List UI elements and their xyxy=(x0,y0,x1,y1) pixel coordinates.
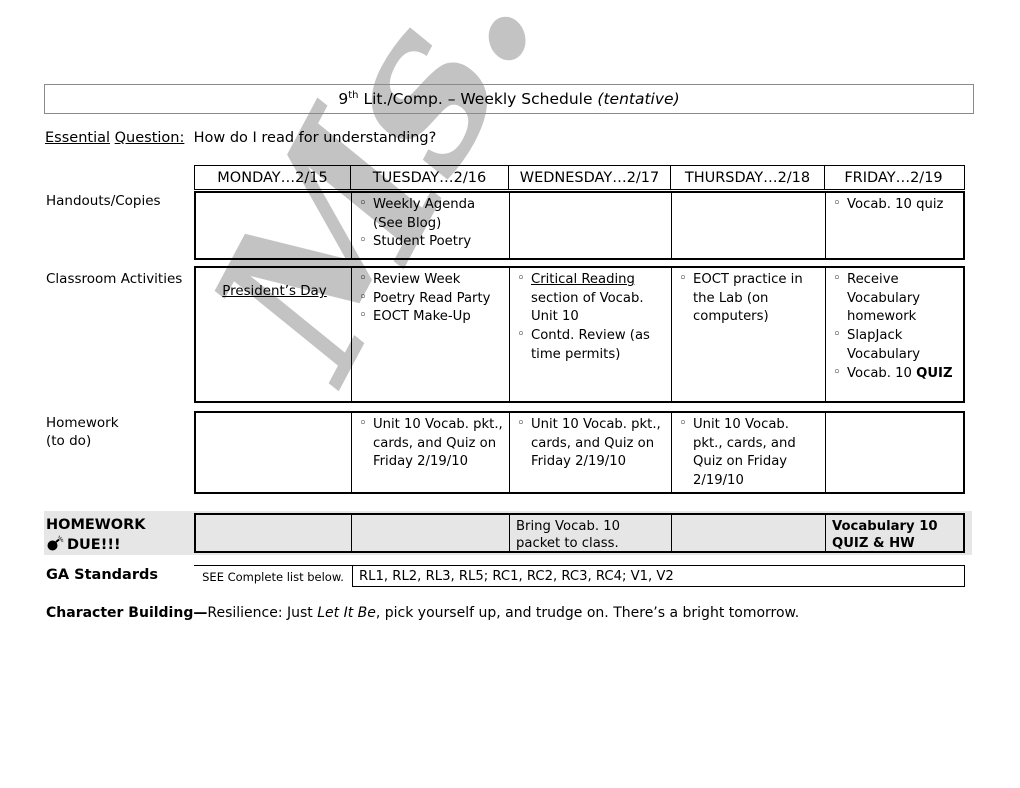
handouts-monday xyxy=(196,193,352,258)
handouts-tuesday-list: Weekly Agenda (See Blog) Student Poetry xyxy=(358,195,505,252)
homework-due-line2-wrap: DUE!!! xyxy=(46,535,196,557)
list-item: Contd. Review (as time permits) xyxy=(516,326,667,364)
character-building-label: Character Building— xyxy=(46,605,208,621)
homework-due-line2: DUE!!! xyxy=(67,537,121,554)
activities-monday: President’s Day xyxy=(196,268,352,401)
homework-monday xyxy=(196,413,352,492)
vocab-quiz-lead: Vocab. 10 xyxy=(847,365,917,381)
activities-wednesday-list: Critical Reading section of Vocab. Unit … xyxy=(516,270,667,365)
title-main: Lit./Comp. – Weekly Schedule xyxy=(358,90,598,109)
table-row-classroom-activities: President’s Day Review Week Poetry Read … xyxy=(194,266,965,403)
hw-due-wednesday: Bring Vocab. 10 packet to class. xyxy=(510,515,672,551)
hw-due-tuesday xyxy=(352,515,510,551)
activities-thursday: EOCT practice in the Lab (on computers) xyxy=(672,268,826,401)
list-item: Receive Vocabulary homework xyxy=(832,270,959,327)
list-item: Student Poetry xyxy=(358,232,505,252)
homework-tuesday-list: Unit 10 Vocab. pkt., cards, and Quiz on … xyxy=(358,415,505,472)
bomb-icon xyxy=(46,535,66,557)
homework-wednesday: Unit 10 Vocab. pkt., cards, and Quiz on … xyxy=(510,413,672,492)
row-label-homework-due: HOMEWORK DUE!!! xyxy=(46,515,196,558)
hw-due-thursday xyxy=(672,515,826,551)
list-item: EOCT Make-Up xyxy=(358,307,505,327)
character-building-title: Let It Be xyxy=(317,605,376,621)
day-header-tuesday: TUESDAY…2/16 xyxy=(351,166,509,189)
day-header-thursday: THURSDAY…2/18 xyxy=(671,166,825,189)
activities-tuesday-list: Review Week Poetry Read Party EOCT Make-… xyxy=(358,270,505,327)
activities-friday: Receive Vocabulary homework SlapJack Voc… xyxy=(826,268,963,401)
row-label-ga-standards: GA Standards xyxy=(46,567,158,583)
critical-reading-rest: section of Vocab. Unit 10 xyxy=(531,290,644,325)
activities-wednesday: Critical Reading section of Vocab. Unit … xyxy=(510,268,672,401)
table-row-homework-due: Bring Vocab. 10 packet to class. Vocabul… xyxy=(194,513,965,553)
activities-tuesday: Review Week Poetry Read Party EOCT Make-… xyxy=(352,268,510,401)
homework-thursday: Unit 10 Vocab. pkt., cards, and Quiz on … xyxy=(672,413,826,492)
row-label-homework-line1: Homework xyxy=(46,415,119,431)
list-item: EOCT practice in the Lab (on computers) xyxy=(678,270,821,327)
title-tentative: (tentative) xyxy=(597,90,680,109)
hw-due-monday xyxy=(196,515,352,551)
title-ordinal-suffix: th xyxy=(348,89,359,101)
list-item: Weekly Agenda (See Blog) xyxy=(358,195,505,233)
table-row-homework-todo: Unit 10 Vocab. pkt., cards, and Quiz on … xyxy=(194,411,965,494)
list-item: Unit 10 Vocab. pkt., cards, and Quiz on … xyxy=(516,415,667,472)
essential-question-label-1: Essential xyxy=(45,130,111,146)
list-item: Unit 10 Vocab. pkt., cards, and Quiz on … xyxy=(358,415,505,472)
list-item: Review Week xyxy=(358,270,505,290)
document-content: 9th Lit./Comp. – Weekly Schedule (tentat… xyxy=(0,0,1020,788)
list-item: Unit 10 Vocab. pkt., cards, and Quiz on … xyxy=(678,415,821,491)
ga-see-complete-note: SEE Complete list below. xyxy=(194,565,352,587)
essential-question: Essential Question: How do I read for un… xyxy=(45,130,436,146)
ga-standards-list: RL1, RL2, RL3, RL5; RC1, RC2, RC3, RC4; … xyxy=(352,565,965,587)
handouts-tuesday: Weekly Agenda (See Blog) Student Poetry xyxy=(352,193,510,258)
list-item: Vocab. 10 QUIZ xyxy=(832,364,959,384)
day-header-monday: MONDAY…2/15 xyxy=(195,166,351,189)
day-header-friday: FRIDAY…2/19 xyxy=(844,169,943,186)
page-title-text: 9th Lit./Comp. – Weekly Schedule (tentat… xyxy=(338,90,679,108)
essential-question-text: How do I read for understanding? xyxy=(193,130,437,146)
critical-reading-link: Critical Reading xyxy=(531,272,635,287)
hw-due-friday: Vocabulary 10 QUIZ & HW xyxy=(832,519,938,551)
activities-thursday-list: EOCT practice in the Lab (on computers) xyxy=(678,270,821,327)
handouts-thursday xyxy=(672,193,826,258)
homework-thursday-list: Unit 10 Vocab. pkt., cards, and Quiz on … xyxy=(678,415,821,491)
row-label-homework-line2: (to do) xyxy=(46,433,92,450)
homework-due-line1: HOMEWORK xyxy=(46,517,146,533)
table-header-row: MONDAY…2/15 TUESDAY…2/16 WEDNESDAY…2/17 … xyxy=(194,165,965,190)
character-building-line: Character Building—Resilience: Just Let … xyxy=(46,605,799,621)
list-item: Vocab. 10 quiz xyxy=(832,195,959,215)
essential-question-label-2: Question: xyxy=(114,130,185,146)
list-item: Poetry Read Party xyxy=(358,289,505,309)
table-row-handouts: Weekly Agenda (See Blog) Student Poetry … xyxy=(194,191,965,260)
character-building-part1: Resilience: Just xyxy=(207,605,318,621)
activities-friday-list: Receive Vocabulary homework SlapJack Voc… xyxy=(832,270,959,384)
day-header-wednesday: WEDNESDAY…2/17 xyxy=(509,166,671,189)
row-label-classroom-activities: Classroom Activities xyxy=(46,271,183,287)
handouts-wednesday xyxy=(510,193,672,258)
list-item: SlapJack Vocabulary xyxy=(832,326,959,364)
homework-tuesday: Unit 10 Vocab. pkt., cards, and Quiz on … xyxy=(352,413,510,492)
list-item: Critical Reading section of Vocab. Unit … xyxy=(516,270,667,327)
homework-friday xyxy=(826,413,963,492)
handouts-friday: Vocab. 10 quiz xyxy=(826,193,963,258)
presidents-day-note: President’s Day xyxy=(222,284,327,299)
table-row-ga-standards: SEE Complete list below. RL1, RL2, RL3, … xyxy=(194,565,965,587)
row-label-handouts: Handouts/Copies xyxy=(46,193,161,209)
vocab-quiz-bold: QUIZ xyxy=(916,365,953,381)
row-label-homework-todo: Homework (to do) xyxy=(46,414,196,450)
character-building-part2: , pick yourself up, and trudge on. There… xyxy=(375,605,800,621)
title-grade: 9 xyxy=(338,90,349,109)
document-page: Ms. Evans 9th Lit./Comp. – Weekly Schedu… xyxy=(0,0,1020,788)
page-title: 9th Lit./Comp. – Weekly Schedule (tentat… xyxy=(44,84,974,114)
handouts-friday-list: Vocab. 10 quiz xyxy=(832,195,959,215)
homework-wednesday-list: Unit 10 Vocab. pkt., cards, and Quiz on … xyxy=(516,415,667,472)
